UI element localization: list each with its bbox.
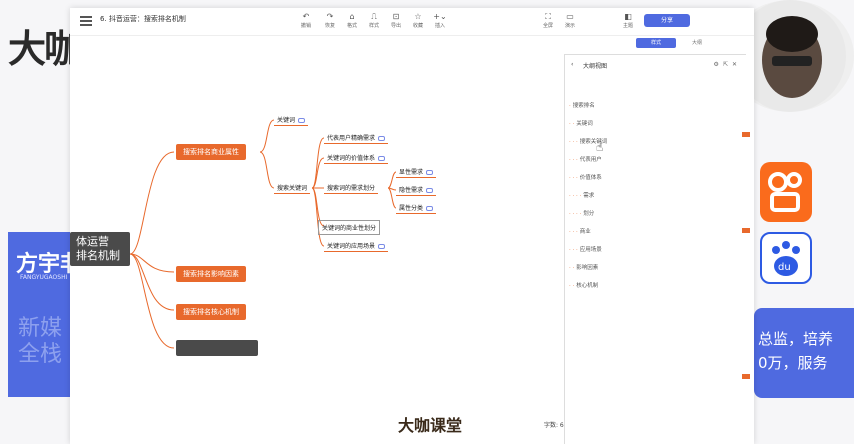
- outline-item[interactable]: · · 影响因素: [569, 263, 598, 271]
- tab-outline[interactable]: 大纲: [682, 38, 712, 48]
- link-icon: [298, 118, 306, 123]
- undo-icon: ↶: [302, 12, 310, 21]
- document-title[interactable]: 6. 抖音运营：搜索排名机制: [100, 14, 186, 24]
- outline-item[interactable]: · · · · 划分: [569, 209, 594, 217]
- mindmap-window: 6. 抖音运营：搜索排名机制 ↶ 撤销 ↷ 恢复 ⌂ 格式 ⎍ 样式 ⊡ 导出 ☆ 收藏 +…: [70, 8, 754, 444]
- node-implicit[interactable]: 隐性需求: [396, 184, 437, 196]
- link-icon: [378, 156, 386, 161]
- svg-text:du: du: [778, 262, 791, 273]
- node-search-keyword[interactable]: 搜索关键词: [274, 182, 311, 194]
- close-icon[interactable]: ✕: [732, 61, 741, 68]
- scroll-marker: [742, 228, 750, 233]
- redo-button[interactable]: ↷ 恢复: [318, 11, 342, 29]
- intro-line-1: 总监，培养: [758, 330, 834, 348]
- intro-card: 总监，培养 0万，服务: [754, 308, 854, 398]
- redo-icon: ↷: [326, 12, 334, 21]
- expand-icon[interactable]: ⇱: [723, 61, 732, 68]
- presenter-tagline: 新媒全栈: [18, 316, 63, 367]
- undo-button[interactable]: ↶ 撤销: [294, 11, 318, 29]
- outline-panel: ‹ 大纲视图 ⚙⇱✕ · 搜索排名 · · 关键词 · · · 搜索关键词 · · ·…: [564, 54, 746, 444]
- settings-icon[interactable]: ⚙: [714, 61, 723, 68]
- outline-item[interactable]: · · · 商业: [569, 227, 591, 235]
- theme-button[interactable]: ◧ 主题: [616, 11, 640, 29]
- plus-icon: +⌄: [433, 12, 447, 21]
- top-toolbar: 6. 抖音运营：搜索排名机制 ↶ 撤销 ↷ 恢复 ⌂ 格式 ⎍ 样式 ⊡ 导出 ☆ 收藏 +…: [70, 8, 754, 36]
- fullscreen-icon: ⛶: [545, 12, 551, 21]
- node-commercial-split[interactable]: 关键词的商业性划分: [318, 220, 381, 235]
- branch-untitled[interactable]: [176, 340, 258, 356]
- outline-item[interactable]: · · 关键词: [569, 119, 593, 127]
- root-line: 体运营 排名机制: [76, 235, 120, 262]
- insert-button[interactable]: +⌄ 插入: [428, 11, 452, 29]
- hand-cursor-icon: ☝: [596, 140, 604, 154]
- outline-item[interactable]: · · · 应用场景: [569, 245, 602, 253]
- screen: 大咖 方宇非 FANGYUGAOSHI 新媒全栈 du 总监，培养 0万，服务: [0, 0, 854, 444]
- export-icon: ⊡: [392, 12, 400, 21]
- present-button[interactable]: ▭ 演示: [558, 11, 582, 29]
- mindmap-canvas[interactable]: 体运营 排名机制 搜索排名商业属性 搜索排名影响因素 搜索排名核心机制 关键词 …: [70, 36, 560, 444]
- word-count: 字数: 6: [544, 422, 564, 429]
- link-icon: [378, 136, 386, 141]
- outline-tools: ⚙⇱✕: [714, 61, 741, 68]
- branch-factors[interactable]: 搜索排名影响因素: [176, 266, 246, 282]
- node-value-system[interactable]: 关键词的价值体系: [324, 152, 389, 164]
- scroll-marker: [742, 132, 750, 137]
- star-icon: ☆: [414, 12, 422, 21]
- outline-item[interactable]: · · · · 需求: [569, 191, 594, 199]
- outline-item[interactable]: · · · 代表用户: [569, 155, 602, 163]
- share-button[interactable]: 分享: [644, 14, 690, 27]
- link-icon: [378, 244, 386, 249]
- node-user-need[interactable]: 代表用户精确需求: [324, 132, 389, 144]
- mindmap-connectors: [129, 119, 397, 349]
- kuaishou-app-icon: [760, 162, 812, 222]
- style-icon: ⎍: [371, 12, 377, 21]
- node-explicit[interactable]: 显性需求: [396, 166, 437, 178]
- intro-line-2: 0万，服务: [758, 354, 828, 372]
- root-node[interactable]: 体运营 排名机制: [70, 232, 130, 266]
- baidu-app-icon: du: [760, 232, 812, 284]
- theme-icon: ◧: [624, 12, 632, 21]
- presenter-card: 方宇非 FANGYUGAOSHI 新媒全栈: [8, 232, 82, 397]
- link-icon: [426, 206, 434, 211]
- branch-commercial[interactable]: 搜索排名商业属性: [176, 144, 246, 160]
- branch-core[interactable]: 搜索排名核心机制: [176, 304, 246, 320]
- outline-title: 大纲视图: [583, 63, 608, 70]
- node-keyword[interactable]: 关键词: [274, 114, 309, 126]
- present-icon: ▭: [566, 12, 574, 21]
- menu-icon[interactable]: [80, 16, 92, 26]
- outline-header: ‹ 大纲视图 ⚙⇱✕: [571, 61, 741, 73]
- mindmap-icon: ⌂: [349, 12, 355, 21]
- style-button[interactable]: ⎍ 样式: [362, 11, 386, 29]
- outline-item[interactable]: · · · 价值体系: [569, 173, 602, 181]
- tab-style[interactable]: 样式: [636, 38, 676, 48]
- format-button[interactable]: ⌂ 格式: [340, 11, 364, 29]
- link-icon: [426, 188, 434, 193]
- presenter-pinyin: FANGYUGAOSHI: [20, 274, 68, 281]
- outline-item[interactable]: · · 核心机制: [569, 281, 598, 289]
- watermark-text: 大咖课堂: [398, 416, 463, 435]
- node-usage[interactable]: 关键词的应用场景: [324, 240, 389, 252]
- node-search-demand[interactable]: 搜索词的需求划分: [324, 182, 379, 194]
- favorite-button[interactable]: ☆ 收藏: [406, 11, 430, 29]
- link-icon: [426, 170, 434, 175]
- back-arrow-icon[interactable]: ‹: [571, 61, 573, 68]
- fullscreen-button[interactable]: ⛶ 全屏: [536, 11, 560, 29]
- export-button[interactable]: ⊡ 导出: [384, 11, 408, 29]
- node-attribute[interactable]: 属性分类: [396, 202, 437, 214]
- scroll-marker: [742, 374, 750, 379]
- outline-item[interactable]: · 搜索排名: [569, 101, 595, 109]
